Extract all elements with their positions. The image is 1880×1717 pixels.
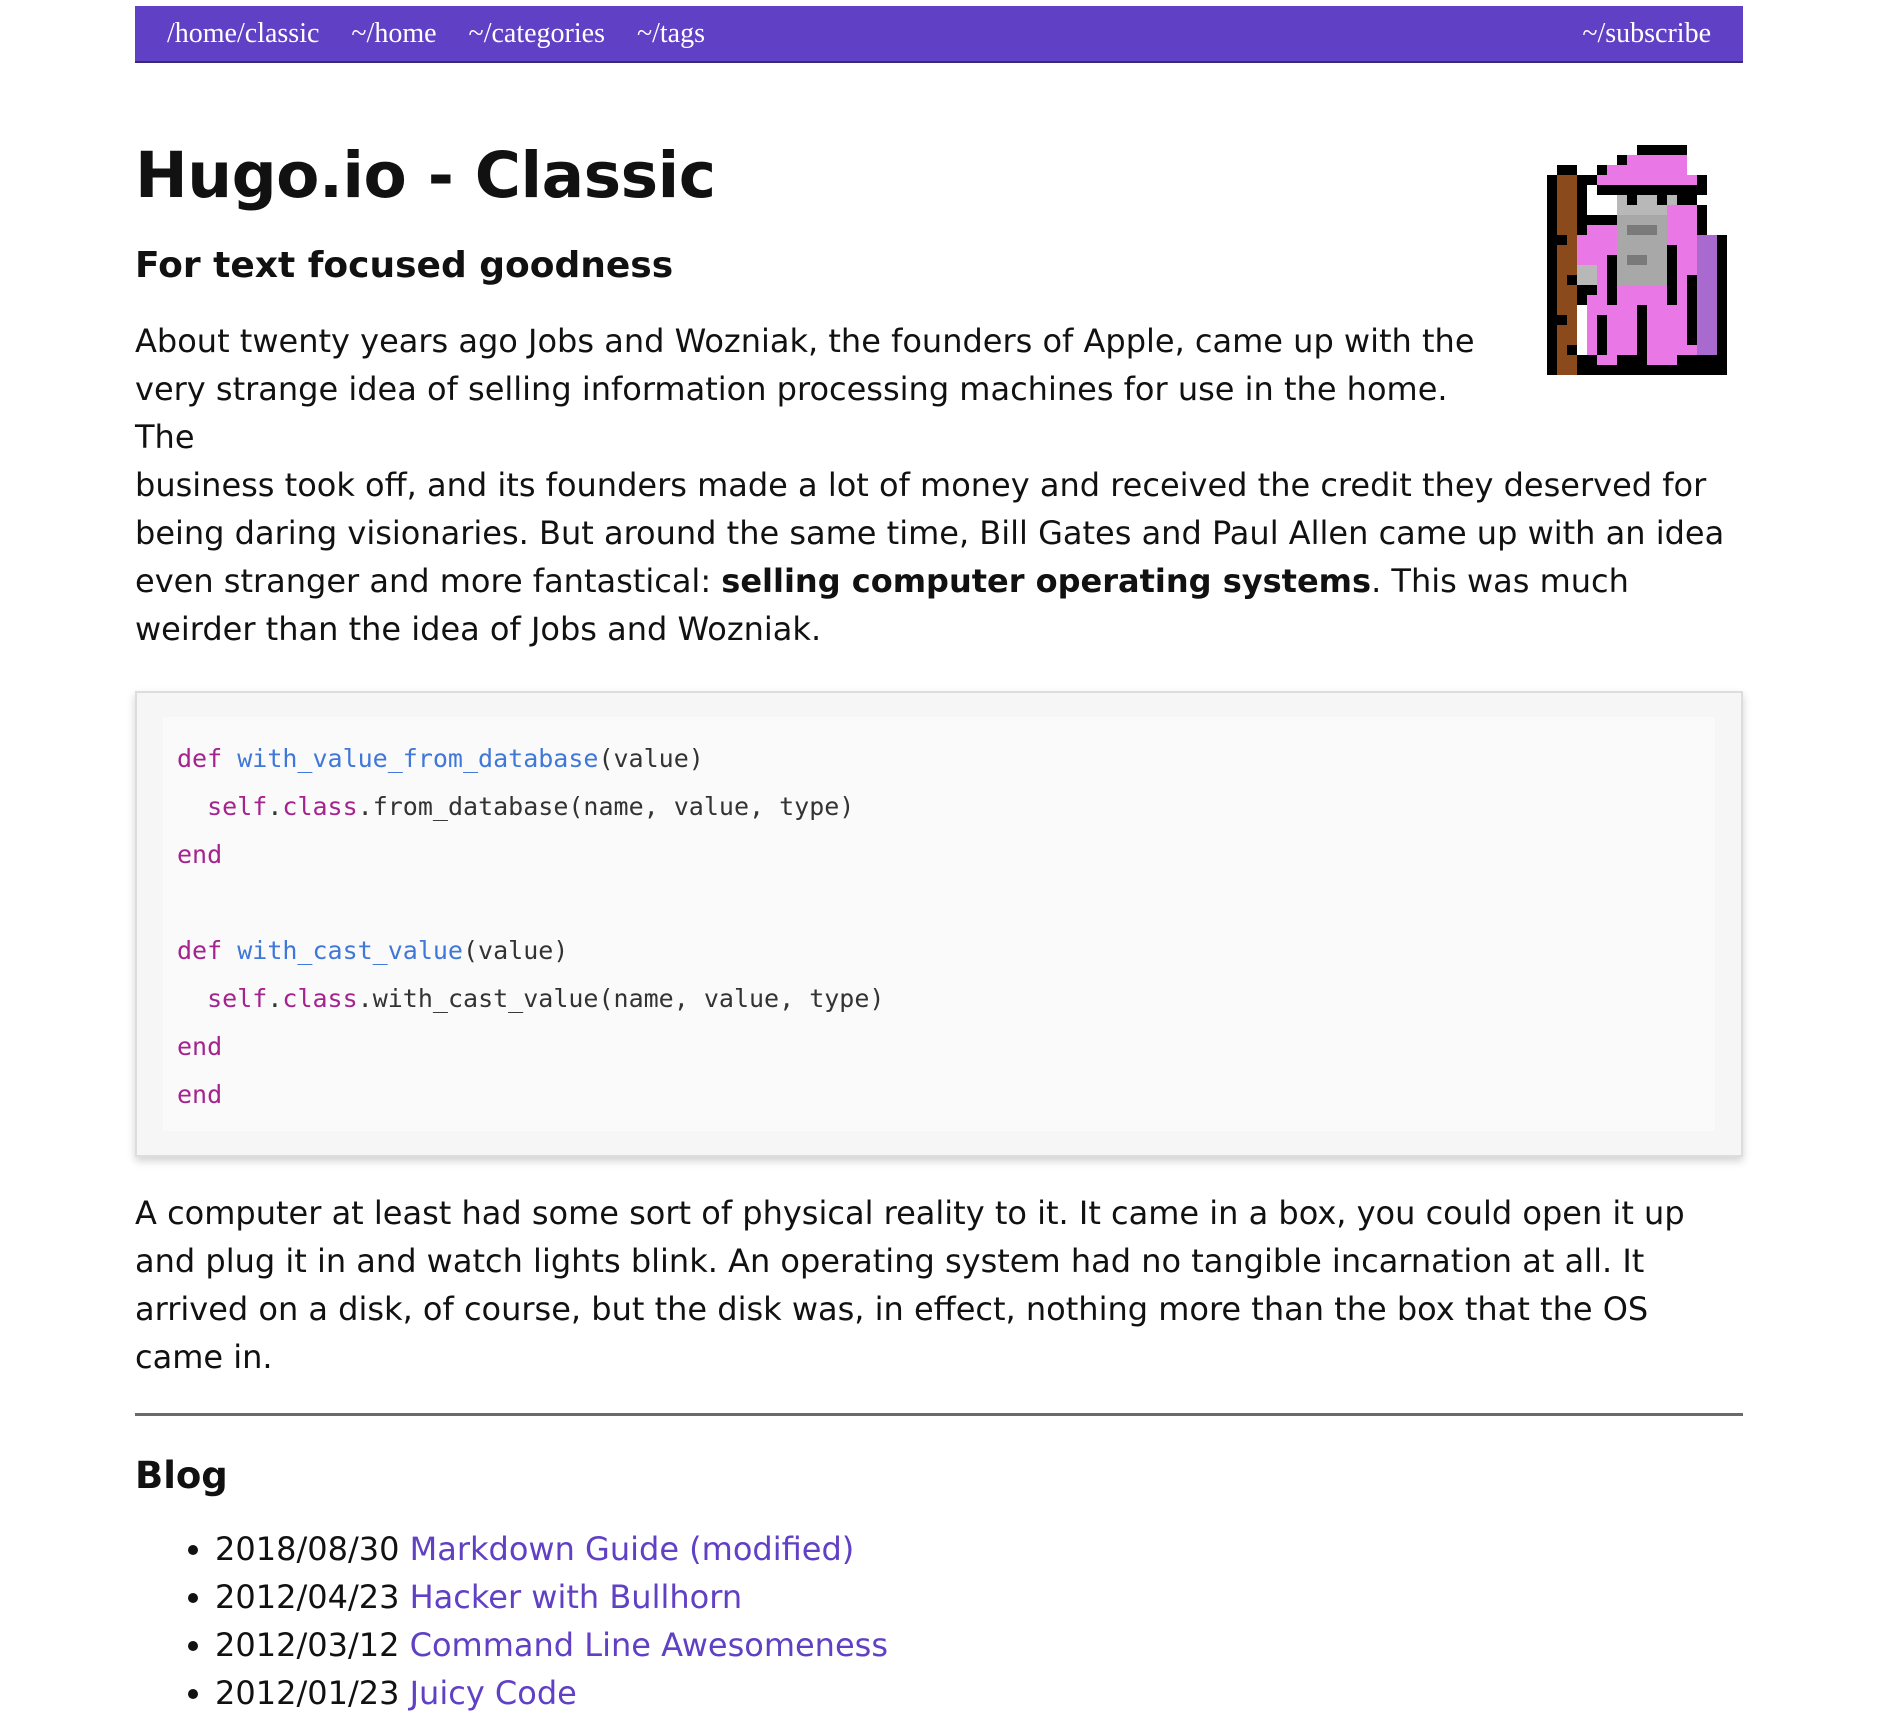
nav-categories-link[interactable]: ~/categories — [469, 18, 605, 50]
page-tagline: For text focused goodness — [135, 245, 674, 287]
code-text: .with_cast_value(name, value, type) — [357, 984, 885, 1014]
wizard-icon — [1547, 145, 1727, 375]
post-date: 2012/04/23 — [215, 1578, 400, 1617]
nav-home-link[interactable]: ~/home — [351, 18, 436, 50]
code-keyword: class — [282, 792, 358, 822]
post-link[interactable]: Markdown Guide (modified) — [410, 1530, 855, 1568]
list-item: 2012/01/23 Juicy Code — [215, 1669, 1743, 1717]
page-title: Hugo.io - Classic — [135, 139, 716, 212]
nav-tags-link[interactable]: ~/tags — [637, 18, 705, 50]
code-content: def with_value_from_database(value) self… — [163, 717, 1715, 1132]
code-line: def with_cast_value(value) — [177, 927, 1701, 975]
blog-post-list: 2018/08/30 Markdown Guide (modified) 201… — [135, 1525, 1743, 1717]
hero: Hugo.io - Classic For text focused goodn… — [135, 63, 1743, 653]
list-item: 2018/08/30 Markdown Guide (modified) — [215, 1525, 1743, 1573]
after-paragraph: A computer at least had some sort of phy… — [135, 1194, 1685, 1377]
intro-line-1: About twenty years ago Jobs and Wozniak,… — [135, 322, 1475, 457]
code-function-name: with_value_from_database — [237, 744, 599, 774]
intro-bold-phrase: selling computer operating systems — [721, 562, 1372, 601]
code-line: self.class.with_cast_value(name, value, … — [177, 975, 1701, 1023]
code-keyword: end — [177, 840, 223, 870]
code-text: (value) — [463, 936, 569, 966]
post-date: 2018/08/30 — [215, 1530, 400, 1569]
page: /home/classic ~/home ~/categories ~/tags… — [135, 6, 1743, 1717]
code-keyword: class — [282, 984, 358, 1014]
post-date: 2012/01/23 — [215, 1674, 400, 1713]
nav-subscribe-link[interactable]: ~/subscribe — [1582, 18, 1711, 50]
code-line: end — [177, 831, 1701, 879]
code-text: .from_database(name, value, type) — [357, 792, 855, 822]
list-item: 2012/04/23 Hacker with Bullhorn — [215, 1573, 1743, 1621]
code-text: (value) — [598, 744, 704, 774]
code-line: end — [177, 1071, 1701, 1119]
code-line: end — [177, 1023, 1701, 1071]
nav-brand-link[interactable]: /home/classic — [167, 18, 319, 50]
post-link[interactable]: Command Line Awesomeness — [410, 1626, 888, 1664]
code-keyword: end — [177, 1080, 223, 1110]
post-link[interactable]: Hacker with Bullhorn — [410, 1578, 742, 1616]
list-item: 2012/03/12 Command Line Awesomeness — [215, 1621, 1743, 1669]
code-keyword: self — [207, 984, 268, 1014]
code-keyword: def — [177, 936, 238, 966]
code-text: . — [267, 984, 283, 1014]
code-keyword: def — [177, 744, 238, 774]
section-divider — [135, 1413, 1743, 1417]
code-line: def with_value_from_database(value) — [177, 735, 1701, 783]
code-block: def with_value_from_database(value) self… — [135, 691, 1743, 1158]
code-line: self.class.from_database(name, value, ty… — [177, 783, 1701, 831]
intro-paragraph: About twenty years ago Jobs and Wozniak,… — [135, 317, 1743, 653]
post-date: 2012/03/12 — [215, 1626, 400, 1665]
top-nav: /home/classic ~/home ~/categories ~/tags… — [135, 6, 1743, 63]
code-keyword: end — [177, 1032, 223, 1062]
blog-heading: Blog — [135, 1454, 228, 1498]
code-function-name: with_cast_value — [237, 936, 463, 966]
code-text: . — [267, 792, 283, 822]
code-keyword: self — [207, 792, 268, 822]
post-link[interactable]: Juicy Code — [410, 1674, 577, 1712]
